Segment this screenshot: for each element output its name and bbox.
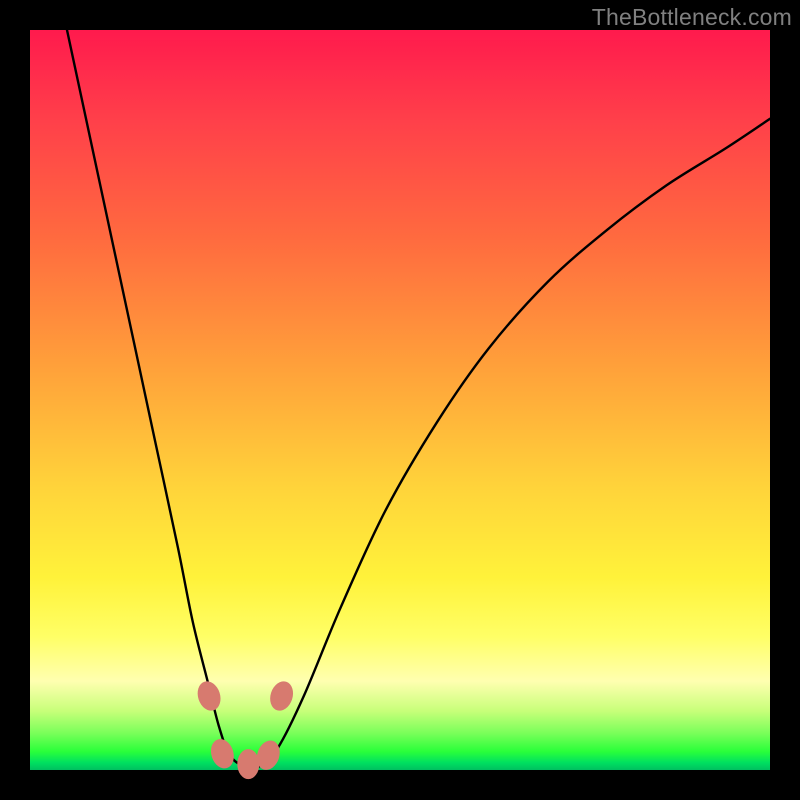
curve-marker bbox=[237, 749, 259, 779]
bottleneck-curve bbox=[67, 30, 770, 768]
chart-frame: TheBottleneck.com bbox=[0, 0, 800, 800]
plot-area bbox=[30, 30, 770, 770]
bottleneck-curve-svg bbox=[30, 30, 770, 770]
curve-marker bbox=[267, 678, 297, 713]
watermark-text: TheBottleneck.com bbox=[592, 4, 792, 31]
curve-markers bbox=[194, 678, 297, 779]
curve-marker bbox=[194, 678, 224, 713]
curve-marker bbox=[207, 736, 237, 771]
